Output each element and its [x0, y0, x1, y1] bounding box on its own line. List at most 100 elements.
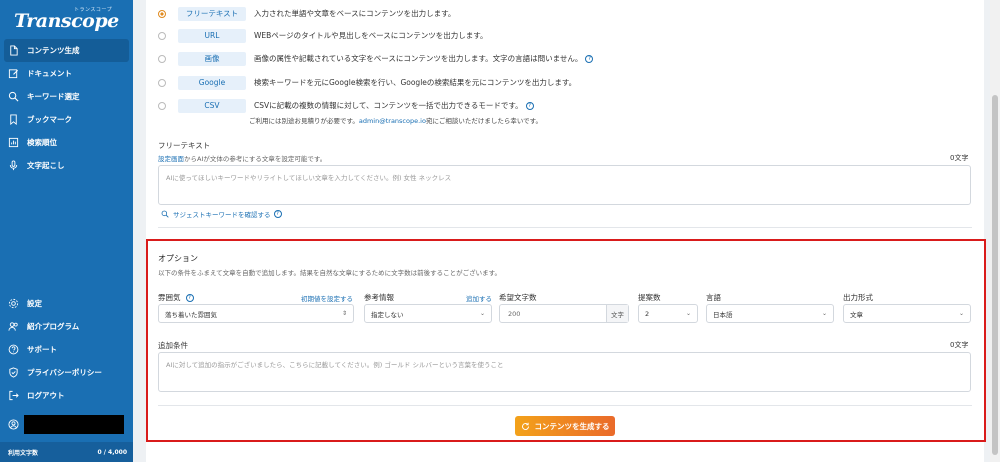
logo-title: Transcope: [14, 10, 119, 32]
freetext-subtext: 設定画面からAIが文体の参考にする文章を設定可能です。: [158, 153, 326, 163]
mode-radio-freetext[interactable]: [158, 9, 166, 18]
mode-radio-image[interactable]: [158, 54, 166, 63]
sidebar-item-label: コンテンツ生成: [27, 46, 80, 55]
help-icon: [8, 344, 19, 355]
scrollbar-thumb[interactable]: [992, 95, 998, 455]
usage-meter: 利用文字数 0 / 4,000: [0, 442, 133, 462]
help-icon[interactable]: ?: [525, 101, 534, 110]
search-icon: [8, 91, 19, 102]
sidebar-item-label: 文字起こし: [27, 161, 65, 170]
logout-icon: [9, 390, 19, 401]
mood-select-value: 落ち着いた雰囲気: [165, 310, 217, 319]
help-icon[interactable]: ?: [273, 210, 282, 218]
edit-icon: [8, 69, 19, 79]
sidebar-item-label: 設定: [27, 299, 42, 308]
char-count-value: 200: [508, 309, 521, 318]
bookmark-icon: [10, 114, 17, 125]
sidebar-item-transcription[interactable]: 文字起こし: [0, 154, 133, 177]
sidebar-item-label: サポート: [27, 345, 57, 354]
sidebar-item-bookmarks[interactable]: ブックマーク: [0, 108, 133, 131]
csv-note-post: 宛にご相談いただけましたら幸いです。: [425, 117, 542, 125]
char-count-label: 希望文字数: [499, 293, 537, 302]
sidebar-item-privacy-policy[interactable]: プライバシーポリシー: [0, 361, 133, 384]
freetext-textarea[interactable]: AIに使ってほしいキーワードやリライトしてほしい文章を入力してください。例) 女…: [158, 165, 971, 205]
main-panel: フリーテキスト 入力された単語や文章をベースにコンテンツを出力します。 URL …: [146, 0, 986, 462]
chevron-down-icon: ⌄: [958, 310, 964, 317]
sidebar-item-search-ranking[interactable]: 検索順位: [0, 131, 133, 154]
section-divider: [158, 227, 972, 228]
reference-label: 参考情報: [364, 293, 394, 302]
updown-icon: ⇕: [341, 310, 347, 317]
options-title: オプション: [158, 254, 198, 263]
output-format-value: 文章: [850, 310, 863, 319]
mode-radio-url[interactable]: [158, 31, 166, 40]
refresh-icon: [521, 422, 529, 430]
suggest-keywords-link[interactable]: サジェストキーワードを確認する ?: [161, 209, 282, 219]
mode-radio-google[interactable]: [158, 78, 166, 87]
sidebar-nav-bottom: 設定 紹介プログラム サポート プライバシーポリシー ログアウト: [0, 292, 133, 407]
mode-chip: URL: [178, 28, 246, 43]
csv-note-pre: ご利用には別途お見積りが必要です。: [249, 117, 359, 125]
reference-select-value: 指定しない: [371, 310, 404, 319]
settings-page-link[interactable]: 設定画面: [158, 155, 184, 163]
user-account[interactable]: [0, 413, 133, 435]
gear-icon: [8, 298, 19, 309]
sidebar: トランスコープ Transcope コンテンツ生成 ドキュメント キーワード選定…: [0, 0, 133, 462]
mode-description-text: CSVに記載の複数の情報に対して、コンテンツを一括で出力できるモードです。: [254, 101, 523, 110]
output-format-select[interactable]: 文章 ⌄: [843, 304, 971, 323]
extra-conditions-textarea[interactable]: AIに対して追加の指示がございましたら、こちらに記載してください。例) ゴールド…: [158, 352, 971, 392]
sidebar-item-keyword-selection[interactable]: キーワード選定: [0, 85, 133, 108]
mode-option-google[interactable]: Google 検索キーワードを元にGoogle検索を行い、Googleの検索結果…: [158, 75, 576, 90]
contact-email-link[interactable]: admin@transcope.io: [359, 117, 426, 125]
chevron-down-icon: ⌄: [479, 310, 485, 317]
mode-radio-csv[interactable]: [158, 101, 166, 110]
sidebar-item-label: ログアウト: [27, 391, 65, 400]
usage-label: 利用文字数: [8, 449, 39, 457]
user-name-redacted: [24, 414, 124, 434]
suggest-keywords-label: サジェストキーワードを確認する: [173, 211, 271, 219]
logo[interactable]: トランスコープ Transcope: [14, 6, 120, 34]
sidebar-item-label: プライバシーポリシー: [27, 368, 102, 377]
sidebar-item-label: 検索順位: [27, 138, 57, 147]
mood-label-text: 雰囲気: [158, 293, 181, 302]
add-reference-link[interactable]: 追加する: [466, 293, 492, 303]
mode-description: CSVに記載の複数の情報に対して、コンテンツを一括で出力できるモードです。?: [254, 100, 534, 111]
mode-option-url[interactable]: URL WEBページのタイトルや見出しをベースにコンテンツを出力します。: [158, 28, 488, 43]
mode-description: 入力された単語や文章をベースにコンテンツを出力します。: [254, 9, 456, 18]
generate-content-button[interactable]: コンテンツを生成する: [515, 416, 615, 436]
mode-description: 検索キーワードを元にGoogle検索を行い、Googleの検索結果を元にコンテン…: [254, 78, 577, 87]
sidebar-item-settings[interactable]: 設定: [0, 292, 133, 315]
mode-chip: CSV: [178, 98, 246, 113]
sidebar-item-documents[interactable]: ドキュメント: [0, 62, 133, 85]
mode-description-text: 画像の属性や記載されている文字をベースにコンテンツを出力します。文字の言語は問い…: [254, 54, 583, 63]
help-icon[interactable]: ?: [585, 54, 594, 63]
generate-content-label: コンテンツを生成する: [534, 421, 610, 431]
mood-select[interactable]: 落ち着いた雰囲気 ⇕: [158, 304, 354, 323]
freetext-char-counter: 0文字: [950, 154, 969, 162]
suggestion-count-select[interactable]: 2 ⌄: [638, 304, 698, 323]
mode-option-freetext[interactable]: フリーテキスト 入力された単語や文章をベースにコンテンツを出力します。: [158, 6, 455, 21]
mode-chip: Google: [178, 75, 246, 90]
sidebar-item-content-generation[interactable]: コンテンツ生成: [4, 39, 129, 62]
page-scrollbar[interactable]: [990, 0, 1000, 462]
reference-select[interactable]: 指定しない ⌄: [364, 304, 492, 323]
sidebar-item-support[interactable]: サポート: [0, 338, 133, 361]
sidebar-item-logout[interactable]: ログアウト: [0, 384, 133, 407]
help-icon[interactable]: ?: [185, 293, 194, 302]
char-count-unit: 文字: [606, 305, 628, 322]
mode-option-csv[interactable]: CSV CSVに記載の複数の情報に対して、コンテンツを一括で出力できるモードです…: [158, 98, 534, 113]
char-count-input[interactable]: 200 文字: [499, 304, 629, 323]
options-subtext: 以下の条件をふまえて文章を自動で追加します。結果を自然な文章にするために文字数は…: [158, 269, 501, 277]
language-select[interactable]: 日本語 ⌄: [706, 304, 834, 323]
mode-chip: 画像: [178, 51, 246, 66]
set-default-link[interactable]: 初期値を設定する: [301, 293, 353, 303]
mood-label: 雰囲気?: [158, 292, 194, 303]
section-divider: [158, 405, 972, 406]
chart-icon: [8, 137, 19, 148]
sidebar-item-referral[interactable]: 紹介プログラム: [0, 315, 133, 338]
suggestion-count-value: 2: [645, 309, 650, 318]
suggestion-count-label: 提案数: [638, 293, 661, 302]
freetext-label: フリーテキスト: [158, 141, 211, 150]
language-label: 言語: [706, 293, 721, 302]
mode-option-image[interactable]: 画像 画像の属性や記載されている文字をベースにコンテンツを出力します。文字の言語…: [158, 51, 594, 66]
